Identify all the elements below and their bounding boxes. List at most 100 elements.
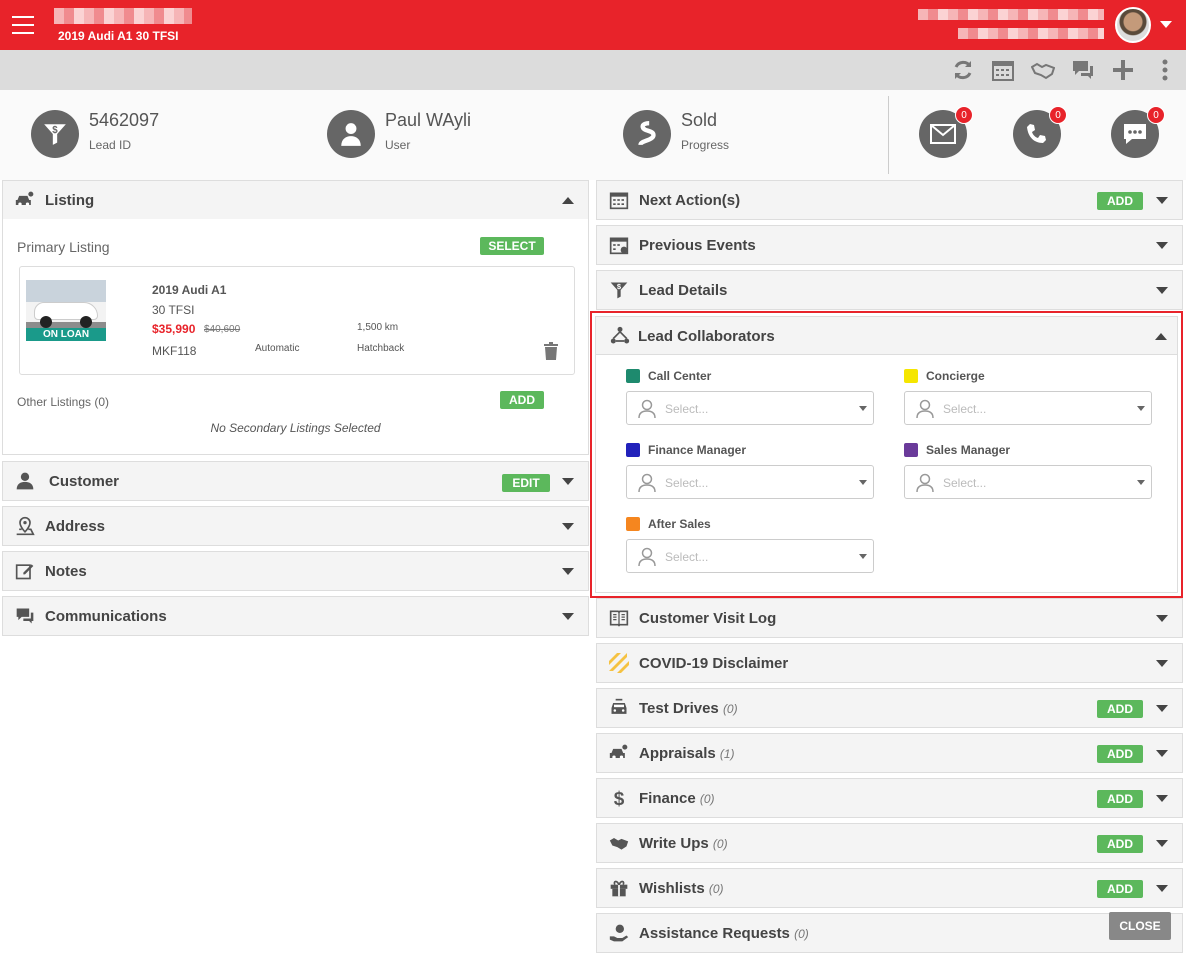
hazard-stripes-icon <box>609 653 629 673</box>
hand-holding-dollar-icon <box>609 923 629 943</box>
select-listing-button[interactable]: SELECT <box>480 237 544 255</box>
calendar-icon[interactable] <box>991 58 1015 82</box>
select-placeholder: Select... <box>943 402 987 416</box>
chat-icon[interactable] <box>1071 58 1095 82</box>
chat-icon <box>1124 124 1146 144</box>
more-vertical-icon[interactable] <box>1153 58 1177 82</box>
add-listing-button[interactable]: ADD <box>500 391 544 409</box>
lead-summary: $ 5462097 Lead ID Paul WAyli User Sold P… <box>0 90 1186 180</box>
chevron-down-icon[interactable] <box>1156 795 1168 802</box>
chevron-down-icon[interactable] <box>1156 287 1168 294</box>
sms-button[interactable]: 0 <box>1111 106 1165 158</box>
primary-listing-label: Primary Listing <box>17 239 110 255</box>
chevron-down-icon[interactable] <box>1156 840 1168 847</box>
customer-panel[interactable]: Customer EDIT <box>2 461 589 501</box>
user-outline-icon <box>916 399 934 419</box>
write-ups-title: Write Ups (0) <box>639 835 728 852</box>
covid-disclaimer-panel[interactable]: COVID-19 Disclaimer <box>596 643 1183 683</box>
finance-panel[interactable]: $ Finance (0) ADD <box>596 778 1183 818</box>
chevron-down-icon[interactable] <box>562 613 574 620</box>
lead-collaborators-header[interactable]: Lead Collaborators <box>596 317 1177 355</box>
dollar-icon: $ <box>609 788 629 810</box>
address-panel[interactable]: Address <box>2 506 589 546</box>
chevron-down-icon <box>859 480 867 485</box>
lead-details-panel[interactable]: $ Lead Details <box>596 270 1183 310</box>
select-placeholder: Select... <box>665 402 709 416</box>
chevron-down-icon <box>859 406 867 411</box>
chevron-up-icon[interactable] <box>1155 333 1167 340</box>
trash-icon[interactable] <box>544 342 558 365</box>
chevron-down-icon <box>859 554 867 559</box>
chevron-down-icon[interactable] <box>562 523 574 530</box>
email-button[interactable]: 0 <box>919 106 973 158</box>
finance-manager-select[interactable]: Select... <box>626 465 874 499</box>
svg-text:$: $ <box>52 125 58 136</box>
chevron-down-icon[interactable] <box>1156 242 1168 249</box>
chevron-down-icon[interactable] <box>1156 750 1168 757</box>
notes-panel[interactable]: Notes <box>2 551 589 591</box>
test-drives-panel[interactable]: Test Drives (0) ADD <box>596 688 1183 728</box>
address-title: Address <box>45 518 106 535</box>
call-button[interactable]: 0 <box>1013 106 1067 158</box>
user-outline-icon <box>916 473 934 493</box>
lead-collaborators-panel: Lead Collaborators Call Center Select...… <box>590 311 1183 598</box>
refresh-icon[interactable] <box>951 58 975 82</box>
communications-panel[interactable]: Communications <box>2 596 589 636</box>
concierge-select[interactable]: Select... <box>904 391 1152 425</box>
chevron-down-icon[interactable] <box>1156 705 1168 712</box>
call-center-select[interactable]: Select... <box>626 391 874 425</box>
add-appraisal-button[interactable]: ADD <box>1097 745 1143 763</box>
users-network-icon <box>610 326 630 346</box>
edit-customer-button[interactable]: EDIT <box>502 474 550 492</box>
assistance-requests-panel[interactable]: Assistance Requests (0) <box>596 913 1183 953</box>
select-placeholder: Select... <box>943 476 987 490</box>
role-color-swatch <box>904 443 918 457</box>
car-appraisal-icon <box>609 743 629 763</box>
next-actions-panel[interactable]: Next Action(s) ADD <box>596 180 1183 220</box>
appraisals-panel[interactable]: Appraisals (1) ADD <box>596 733 1183 773</box>
covid-disclaimer-title: COVID-19 Disclaimer <box>639 655 789 672</box>
chevron-down-icon <box>1137 480 1145 485</box>
car-price: $35,990 <box>152 322 196 336</box>
appraisals-title: Appraisals (1) <box>639 745 735 762</box>
chevron-down-icon[interactable] <box>1156 660 1168 667</box>
after-sales-select[interactable]: Select... <box>626 539 874 573</box>
add-test-drive-button[interactable]: ADD <box>1097 700 1143 718</box>
wishlists-panel[interactable]: Wishlists (0) ADD <box>596 868 1183 908</box>
close-button[interactable]: CLOSE <box>1109 912 1171 940</box>
customer-visit-log-panel[interactable]: Customer Visit Log <box>596 598 1183 638</box>
select-placeholder: Select... <box>665 476 709 490</box>
car-body: Hatchback <box>357 343 405 354</box>
add-next-action-button[interactable]: ADD <box>1097 192 1143 210</box>
edit-note-icon <box>15 561 35 581</box>
chevron-down-icon[interactable] <box>1156 885 1168 892</box>
previous-events-panel[interactable]: Previous Events <box>596 225 1183 265</box>
user-outline-icon <box>638 473 656 493</box>
role-label: Finance Manager <box>648 443 747 457</box>
chevron-down-icon[interactable] <box>562 568 574 575</box>
avatar[interactable] <box>1115 7 1151 43</box>
sales-manager-select[interactable]: Select... <box>904 465 1152 499</box>
menu-icon[interactable] <box>12 16 34 34</box>
select-placeholder: Select... <box>665 550 709 564</box>
redacted-text <box>958 28 1104 39</box>
lead-id-value: 5462097 <box>89 110 160 130</box>
car-name: 2019 Audi A1 <box>152 283 227 297</box>
role-label: After Sales <box>648 517 711 531</box>
add-finance-button[interactable]: ADD <box>1097 790 1143 808</box>
chevron-down-icon[interactable] <box>1156 615 1168 622</box>
add-wishlist-button[interactable]: ADD <box>1097 880 1143 898</box>
chevron-down-icon[interactable] <box>1160 21 1172 28</box>
car-rego: MKF118 <box>152 344 197 358</box>
write-ups-panel[interactable]: Write Ups (0) ADD <box>596 823 1183 863</box>
phone-icon <box>1027 124 1046 143</box>
other-listings-label: Other Listings (0) <box>17 395 110 409</box>
listing-card[interactable]: ON LOAN 2019 Audi A1 30 TFSI $35,990 $40… <box>19 266 575 375</box>
listing-panel-header[interactable]: Listing <box>2 180 589 220</box>
chevron-up-icon[interactable] <box>562 197 574 204</box>
plus-icon[interactable] <box>1111 58 1135 82</box>
chevron-down-icon[interactable] <box>1156 197 1168 204</box>
chevron-down-icon[interactable] <box>562 478 574 485</box>
add-write-up-button[interactable]: ADD <box>1097 835 1143 853</box>
handshake-icon[interactable] <box>1030 58 1056 82</box>
